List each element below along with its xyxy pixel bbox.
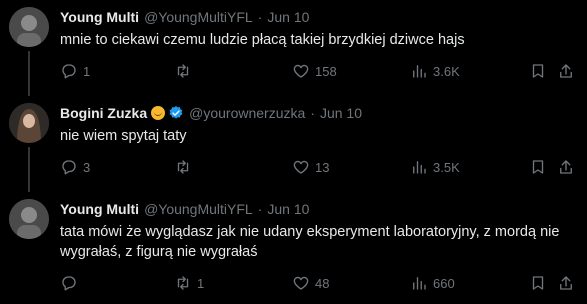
analytics-icon — [410, 158, 428, 176]
share-icon — [557, 158, 575, 176]
views-button[interactable]: 3.6K — [410, 59, 460, 83]
analytics-icon — [410, 274, 428, 292]
retweet-count: 1 — [197, 275, 205, 291]
views-count: 3.6K — [433, 63, 460, 79]
tweet[interactable]: Bogini Zuzka @yourownerzuzka · Jun 10 ni… — [0, 96, 587, 188]
tweet-text: mnie to ciekawi czemu ludzie płacą takie… — [60, 32, 465, 48]
bookmark-icon — [529, 62, 547, 80]
share-button[interactable] — [557, 59, 575, 83]
views-button[interactable]: 3.5K — [410, 155, 460, 179]
avatar[interactable] — [9, 103, 49, 143]
reply-count: 3 — [83, 159, 91, 175]
share-button[interactable] — [557, 155, 575, 179]
retweet-icon — [174, 274, 192, 292]
retweet-icon — [174, 158, 192, 176]
tweet[interactable]: Young Multi @YoungMultiYFL · Jun 10 mnie… — [0, 0, 587, 92]
reply-button[interactable] — [60, 271, 83, 295]
views-count: 3.5K — [433, 159, 460, 175]
like-count: 13 — [315, 159, 330, 175]
emoji-icon — [151, 106, 166, 120]
retweet-button[interactable]: 1 — [174, 271, 204, 295]
bookmark-icon — [529, 158, 547, 176]
share-button[interactable] — [557, 271, 575, 295]
tweet[interactable]: Young Multi @YoungMultiYFL · Jun 10 tata… — [0, 192, 587, 304]
timestamp[interactable]: Jun 10 — [267, 8, 309, 26]
views-button[interactable]: 660 — [410, 271, 455, 295]
separator-dot: · — [257, 201, 263, 217]
analytics-icon — [410, 62, 428, 80]
user-handle[interactable]: @YoungMultiYFL — [144, 200, 253, 218]
display-name[interactable]: Bogini Zuzka — [60, 104, 147, 122]
share-icon — [557, 62, 575, 80]
tweet-text: tata mówi że wyglądasz jak nie udany eks… — [60, 224, 560, 260]
reply-button[interactable]: 3 — [60, 155, 90, 179]
heart-icon — [292, 274, 310, 292]
like-count: 48 — [315, 275, 330, 291]
avatar[interactable] — [9, 199, 49, 239]
display-name[interactable]: Young Multi — [60, 8, 139, 26]
heart-icon — [292, 158, 310, 176]
display-name[interactable]: Young Multi — [60, 200, 139, 218]
reply-count: 1 — [83, 63, 91, 79]
separator-dot: · — [310, 105, 315, 121]
verified-badge-icon[interactable] — [168, 105, 184, 121]
reply-icon — [60, 158, 78, 176]
bookmark-button[interactable] — [529, 155, 547, 179]
share-icon — [557, 274, 575, 292]
reply-button[interactable]: 1 — [60, 59, 90, 83]
tweet-text: nie wiem spytaj taty — [60, 128, 187, 144]
action-bar: 1 158 3.6K — [52, 59, 572, 83]
bookmark-icon — [529, 274, 547, 292]
action-bar: 1 48 660 — [52, 271, 572, 295]
like-button[interactable]: 158 — [292, 59, 337, 83]
avatar[interactable] — [9, 7, 49, 47]
retweet-button[interactable] — [174, 59, 197, 83]
user-handle[interactable]: @yourownerzuzka — [189, 104, 305, 122]
tweet-header: Young Multi @YoungMultiYFL · Jun 10 — [60, 8, 309, 26]
timestamp[interactable]: Jun 10 — [320, 104, 362, 122]
retweet-icon — [174, 62, 192, 80]
tweet-header: Young Multi @YoungMultiYFL · Jun 10 — [60, 200, 309, 218]
retweet-button[interactable] — [174, 155, 197, 179]
like-button[interactable]: 13 — [292, 155, 329, 179]
tweet-thread: Young Multi @YoungMultiYFL · Jun 10 mnie… — [0, 0, 587, 304]
reply-icon — [60, 62, 78, 80]
views-count: 660 — [433, 275, 455, 291]
tweet-header: Bogini Zuzka @yourownerzuzka · Jun 10 — [60, 104, 362, 122]
like-count: 158 — [315, 63, 337, 79]
reply-icon — [60, 274, 78, 292]
like-button[interactable]: 48 — [292, 271, 329, 295]
separator-dot: · — [257, 9, 263, 25]
heart-icon — [292, 62, 310, 80]
action-bar: 3 13 3.5K — [52, 155, 572, 179]
timestamp[interactable]: Jun 10 — [267, 200, 309, 218]
user-handle[interactable]: @YoungMultiYFL — [144, 8, 253, 26]
bookmark-button[interactable] — [529, 271, 547, 295]
bookmark-button[interactable] — [529, 59, 547, 83]
